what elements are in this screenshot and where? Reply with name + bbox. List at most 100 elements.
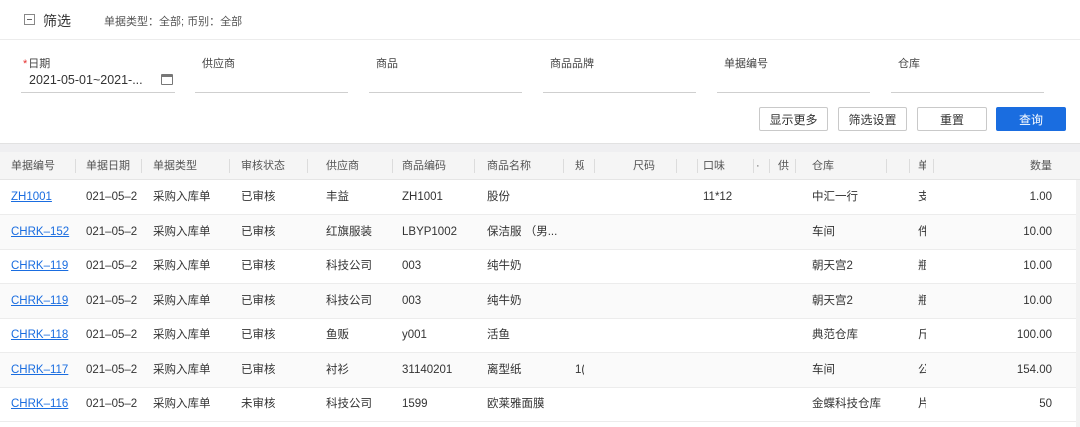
header-doc-type[interactable]: 单据类型 [153, 152, 231, 180]
header-flavor[interactable]: 口味 [703, 152, 751, 180]
cell-audit-status: 已审核 [241, 225, 276, 238]
header-product-code[interactable]: 商品编码 [402, 152, 478, 180]
cell-audit-status: 已审核 [241, 363, 276, 376]
data-table: 单据编号 单据日期 单据类型 审核状态 供应商 商品编码 商品名称规尺码 口味 · 供仓库单数量 … [0, 152, 1080, 427]
header-quantity[interactable]: 数量 [960, 152, 1052, 180]
table-row[interactable]: CHRK–116 021–05–2 采购入库单 未审核 科技公司 1599 欧莱雅面膜 金蝶科… [0, 387, 1080, 422]
table-row[interactable]: ZH1001 021–05–2 采购入库单 已审核 丰益 ZH1001 股份 11*12 中汇一… [0, 180, 1080, 215]
header-warehouse[interactable]: 仓库 [812, 152, 906, 180]
column-resize-handle[interactable] [141, 159, 142, 173]
column-resize-handle[interactable] [769, 159, 770, 173]
column-resize-handle[interactable] [795, 159, 796, 173]
cell-quantity: 10.00 [1023, 225, 1052, 238]
column-resize-handle[interactable] [229, 159, 230, 173]
cell-supplier-short [778, 318, 792, 353]
table-row[interactable]: CHRK–117 021–05–2 采购入库单 已审核 衬衫 31140201 离型纸 1(车… [0, 352, 1080, 388]
cell-doc-type: 采购入库单 [153, 363, 211, 376]
doc-no-link[interactable]: ZH1001 [11, 180, 75, 215]
brand-label: 商品品牌 [550, 58, 594, 70]
cell-size [633, 353, 691, 388]
cell-extra [756, 180, 766, 215]
table-row[interactable]: CHRK–119 021–05–2 采购入库单 已审核 科技公司 003 纯牛奶 朝天宫2 瓶 1… [0, 283, 1080, 319]
column-resize-handle[interactable] [676, 159, 677, 173]
table-row[interactable]: CHRK–119 021–05–2 采购入库单 已审核 科技公司 003 纯牛奶 朝天宫2 瓶 1… [0, 249, 1080, 284]
cell-doc-date: 021–05–2 [86, 329, 138, 341]
supplier-input[interactable] [195, 92, 348, 93]
header-extra[interactable]: · [756, 152, 766, 180]
filter-title: 筛选 [43, 13, 71, 29]
column-resize-handle[interactable] [909, 159, 910, 173]
doc-no-link[interactable]: CHRK–152 [11, 215, 75, 250]
column-resize-handle[interactable] [753, 159, 754, 173]
cell-extra [756, 249, 766, 284]
date-range-input[interactable]: 2021-05-01~2021-... [29, 73, 143, 87]
brand-input[interactable] [543, 92, 696, 93]
cell-unit: 支 [918, 191, 926, 203]
cell-warehouse: 中汇一行 [812, 191, 858, 203]
cell-extra [756, 215, 766, 250]
product-input[interactable] [369, 92, 522, 93]
collapse-icon[interactable] [24, 14, 35, 25]
cell-product-name: 股份 [487, 191, 510, 203]
table-row[interactable]: CHRK–152 021–05–2 采购入库单 已审核 红旗服装 LBYP1002 保洁服 … [0, 214, 1080, 250]
doc-no-input[interactable] [717, 92, 870, 93]
vertical-scrollbar[interactable] [1076, 180, 1080, 427]
cell-size [633, 249, 691, 284]
doc-no-link[interactable]: CHRK–118 [11, 318, 75, 353]
column-resize-handle[interactable] [886, 159, 887, 173]
cell-quantity: 1.00 [1029, 191, 1052, 203]
cell-unit: 公 [918, 363, 926, 376]
column-resize-handle[interactable] [474, 159, 475, 173]
doc-no-link[interactable]: CHRK–119 [11, 284, 75, 319]
column-resize-handle[interactable] [697, 159, 698, 173]
cell-supplier: 科技公司 [326, 398, 372, 410]
column-resize-handle[interactable] [307, 159, 308, 173]
doc-no-label: 单据编号 [724, 58, 768, 70]
cell-product-code: y001 [402, 329, 427, 341]
header-doc-date[interactable]: 单据日期 [86, 152, 142, 180]
column-resize-handle[interactable] [563, 159, 564, 173]
filter-settings-button[interactable]: 筛选设置 [838, 107, 907, 131]
cell-unit: 瓶 [918, 294, 926, 307]
header-audit-status[interactable]: 审核状态 [241, 152, 317, 180]
cell-supplier-short [778, 180, 792, 215]
cell-spec [575, 249, 584, 284]
cell-doc-date: 021–05–2 [86, 363, 138, 376]
header-supplier[interactable]: 供应商 [326, 152, 392, 180]
cell-flavor [703, 318, 751, 353]
cell-product-code: 31140201 [402, 363, 453, 376]
cell-product-code: 003 [402, 294, 422, 307]
cell-product-name: 欧莱雅面膜 [487, 398, 545, 410]
cell-audit-status: 已审核 [241, 260, 276, 272]
header-spec[interactable]: 规 [575, 152, 584, 180]
header-supplier-short[interactable]: 供 [778, 152, 792, 180]
header-size[interactable]: 尺码 [633, 152, 691, 180]
calendar-icon[interactable] [161, 74, 173, 85]
column-resize-handle[interactable] [933, 159, 934, 173]
doc-no-link[interactable]: CHRK–117 [11, 353, 75, 388]
cell-supplier-short [778, 249, 792, 284]
date-field-underline [21, 92, 175, 93]
header-product-name[interactable]: 商品名称 [487, 152, 565, 180]
filter-summary: 单据类型：全部; 币别：全部 [104, 16, 243, 28]
cell-product-name: 活鱼 [487, 329, 510, 341]
cell-warehouse: 车间 [812, 363, 835, 376]
cell-doc-date: 021–05–2 [86, 294, 138, 307]
cell-doc-type: 采购入库单 [153, 191, 211, 203]
column-resize-handle[interactable] [392, 159, 393, 173]
warehouse-input[interactable] [891, 92, 1044, 93]
cell-unit: 件 [918, 225, 926, 238]
doc-no-link[interactable]: CHRK–119 [11, 249, 75, 284]
show-more-button[interactable]: 显示更多 [759, 107, 828, 131]
column-resize-handle[interactable] [75, 159, 76, 173]
cell-extra [756, 284, 766, 319]
cell-supplier: 科技公司 [326, 294, 372, 307]
table-row[interactable]: CHRK–118 021–05–2 采购入库单 已审核 鱼贩 y001 活鱼 典范仓库 斤 100… [0, 318, 1080, 353]
column-resize-handle[interactable] [594, 159, 595, 173]
reset-button[interactable]: 重置 [917, 107, 987, 131]
header-unit[interactable]: 单 [918, 152, 926, 180]
cell-warehouse: 朝天宫2 [812, 260, 853, 272]
doc-no-link[interactable]: CHRK–116 [11, 387, 75, 422]
query-button[interactable]: 查询 [996, 107, 1066, 131]
header-doc-no[interactable]: 单据编号 [11, 152, 75, 180]
